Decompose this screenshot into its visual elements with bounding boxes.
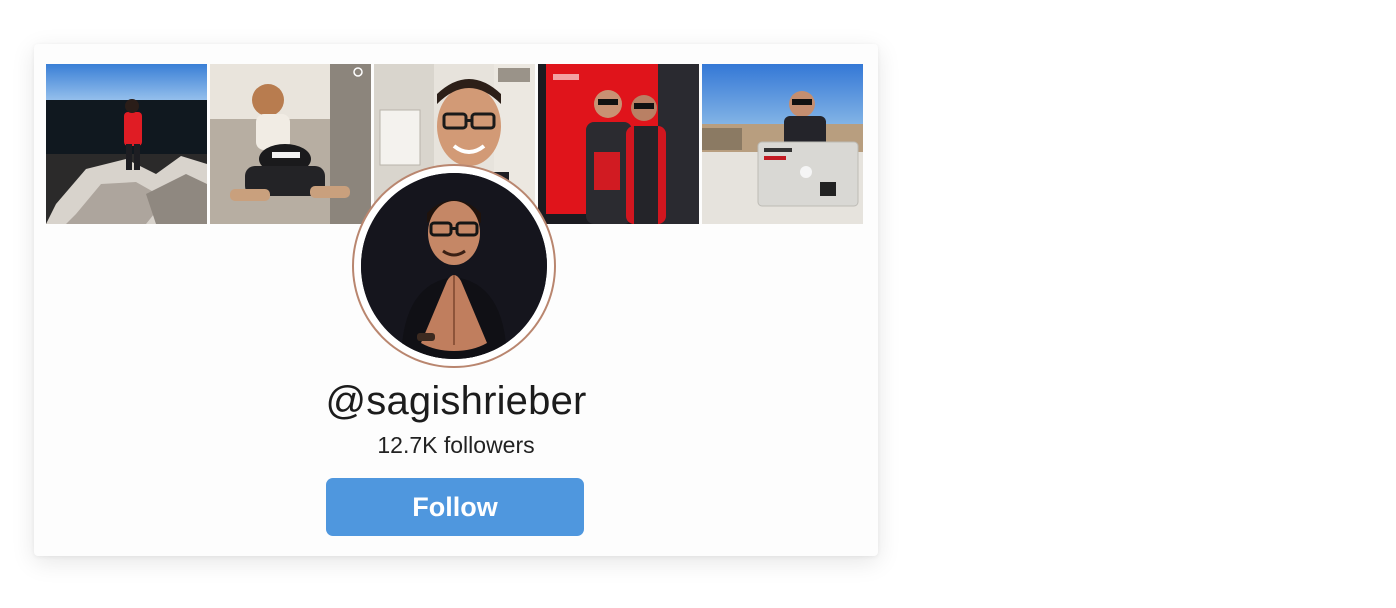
family-photo-image xyxy=(210,64,371,224)
laptop-photo-image xyxy=(702,64,863,224)
profile-card: @sagishrieber 12.7K followers Follow xyxy=(34,44,878,556)
photo-thumbnail-friends[interactable] xyxy=(538,64,699,224)
avatar[interactable] xyxy=(361,173,547,359)
friends-photo-image xyxy=(538,64,699,224)
photo-thumbnail-laptop[interactable] xyxy=(702,64,863,224)
follow-button[interactable]: Follow xyxy=(326,478,584,536)
photo-thumbnail-family[interactable] xyxy=(210,64,371,224)
mountain-photo-image xyxy=(46,64,207,224)
photo-thumbnail-mountain[interactable] xyxy=(46,64,207,224)
follower-count: 12.7K followers xyxy=(377,432,535,458)
avatar-ring xyxy=(354,166,554,366)
username: @sagishrieber xyxy=(325,379,587,423)
profile-picture-image xyxy=(361,173,547,359)
